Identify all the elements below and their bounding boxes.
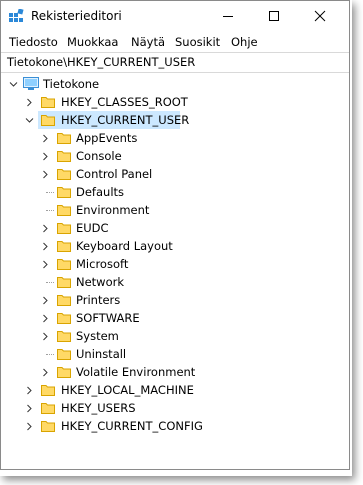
tree-node-label: Tietokone [43,77,100,91]
tree-node-label: Network [76,275,125,289]
tree-node-label: Volatile Environment [76,365,196,379]
tree-node-subkey[interactable]: Printers [1,291,349,309]
tree-node-label: Printers [76,293,121,307]
folder-icon [57,133,71,144]
menu-file[interactable]: Tiedosto [9,35,58,49]
close-button[interactable] [297,1,343,31]
folder-icon [57,169,71,180]
tree-node-subkey[interactable]: Console [1,147,349,165]
menu-edit[interactable]: Muokkaa [67,35,118,49]
registry-editor-window: Rekisterieditori Tiedosto Muokkaa Näytä … [0,0,350,470]
tree-connector-line [46,282,54,283]
tree-node-hkey-classes-root[interactable]: HKEY_CLASSES_ROOT [1,93,349,111]
tree-node-subkey[interactable]: Uninstall [1,345,349,363]
collapsed-chevron-icon[interactable] [39,167,51,181]
tree-node-label: Defaults [76,185,125,199]
menu-view[interactable]: Näytä [131,35,165,49]
folder-icon [41,97,55,108]
close-icon [314,10,326,22]
folder-icon [41,385,55,396]
folder-icon [57,295,71,306]
folder-icon [57,367,71,378]
tree-node-label: HKEY_CURRENT_USER [61,113,190,127]
tree-node-label: AppEvents [76,131,138,145]
collapsed-chevron-icon[interactable] [39,131,51,145]
tree-node-label: SOFTWARE [76,311,140,325]
tree-node-subkey[interactable]: Control Panel [1,165,349,183]
folder-icon [41,403,55,414]
title-bar[interactable]: Rekisterieditori [1,1,349,31]
expanded-chevron-icon[interactable] [23,113,35,127]
collapsed-chevron-icon[interactable] [23,383,35,397]
folder-icon [57,223,71,234]
address-bar[interactable]: Tietokone\HKEY_CURRENT_USER [1,52,349,73]
tree-node-label: Console [76,149,122,163]
folder-icon [57,187,71,198]
tree-node-label: HKEY_CURRENT_CONFIG [61,419,203,433]
tree-node-subkey[interactable]: System [1,327,349,345]
menu-bar: Tiedosto Muokkaa Näytä Suosikit Ohje [1,32,349,52]
collapsed-chevron-icon[interactable] [39,257,51,271]
tree-node-label: Environment [76,203,150,217]
folder-icon [57,259,71,270]
maximize-icon [269,11,279,21]
tree-node-label: System [76,329,119,343]
folder-icon [57,151,71,162]
tree-node-subkey[interactable]: Microsoft [1,255,349,273]
tree-connector-line [46,210,54,211]
tree-node-label: HKEY_CLASSES_ROOT [61,95,188,109]
tree-node-subkey[interactable]: Network [1,273,349,291]
computer-icon [23,77,39,90]
collapsed-chevron-icon[interactable] [23,95,35,109]
tree-node-hkey-users[interactable]: HKEY_USERS [1,399,349,417]
folder-icon [57,331,71,342]
tree-node-label: Uninstall [76,347,127,361]
tree-node-subkey[interactable]: AppEvents [1,129,349,147]
collapsed-chevron-icon[interactable] [39,239,51,253]
collapsed-chevron-icon[interactable] [39,149,51,163]
minimize-button[interactable] [205,1,251,31]
collapsed-chevron-icon[interactable] [23,419,35,433]
collapsed-chevron-icon[interactable] [39,311,51,325]
tree-connector-line [46,354,54,355]
collapsed-chevron-icon[interactable] [39,221,51,235]
tree-node-label: HKEY_USERS [61,401,136,415]
folder-icon [57,205,71,216]
tree-node-hkey-current-config[interactable]: HKEY_CURRENT_CONFIG [1,417,349,435]
address-path[interactable]: Tietokone\HKEY_CURRENT_USER [7,55,195,69]
tree-node-label: Control Panel [76,167,153,181]
tree-node-hkey-current-user[interactable]: HKEY_CURRENT_USER [1,111,349,129]
minimize-icon [223,16,233,17]
folder-icon [57,349,71,360]
collapsed-chevron-icon[interactable] [23,401,35,415]
tree-node-subkey[interactable]: EUDC [1,219,349,237]
collapsed-chevron-icon[interactable] [39,329,51,343]
menu-favorites[interactable]: Suosikit [175,35,220,49]
collapsed-chevron-icon[interactable] [39,365,51,379]
tree-node-subkey[interactable]: SOFTWARE [1,309,349,327]
folder-icon [57,313,71,324]
folder-icon [41,421,55,432]
menu-help[interactable]: Ohje [231,35,258,49]
tree-node-subkey[interactable]: Keyboard Layout [1,237,349,255]
window-title: Rekisterieditori [31,9,122,23]
tree-connector-line [46,192,54,193]
collapsed-chevron-icon[interactable] [39,293,51,307]
folder-icon [57,241,71,252]
maximize-button[interactable] [251,1,297,31]
registry-tree[interactable]: Tietokone HKEY_CLASSES_ROOT HKEY_CURRENT… [1,72,349,469]
tree-node-label: Microsoft [76,257,129,271]
folder-icon [57,277,71,288]
tree-node-subkey[interactable]: Volatile Environment [1,363,349,381]
registry-editor-icon [9,9,24,22]
expanded-chevron-icon[interactable] [7,77,19,91]
tree-node-hkey-local-machine[interactable]: HKEY_LOCAL_MACHINE [1,381,349,399]
tree-node-computer[interactable]: Tietokone [1,75,349,93]
tree-node-subkey[interactable]: Defaults [1,183,349,201]
tree-node-label: HKEY_LOCAL_MACHINE [61,383,194,397]
tree-node-label: EUDC [76,221,109,235]
open-folder-icon [41,115,55,126]
tree-node-label: Keyboard Layout [76,239,173,253]
tree-node-subkey[interactable]: Environment [1,201,349,219]
